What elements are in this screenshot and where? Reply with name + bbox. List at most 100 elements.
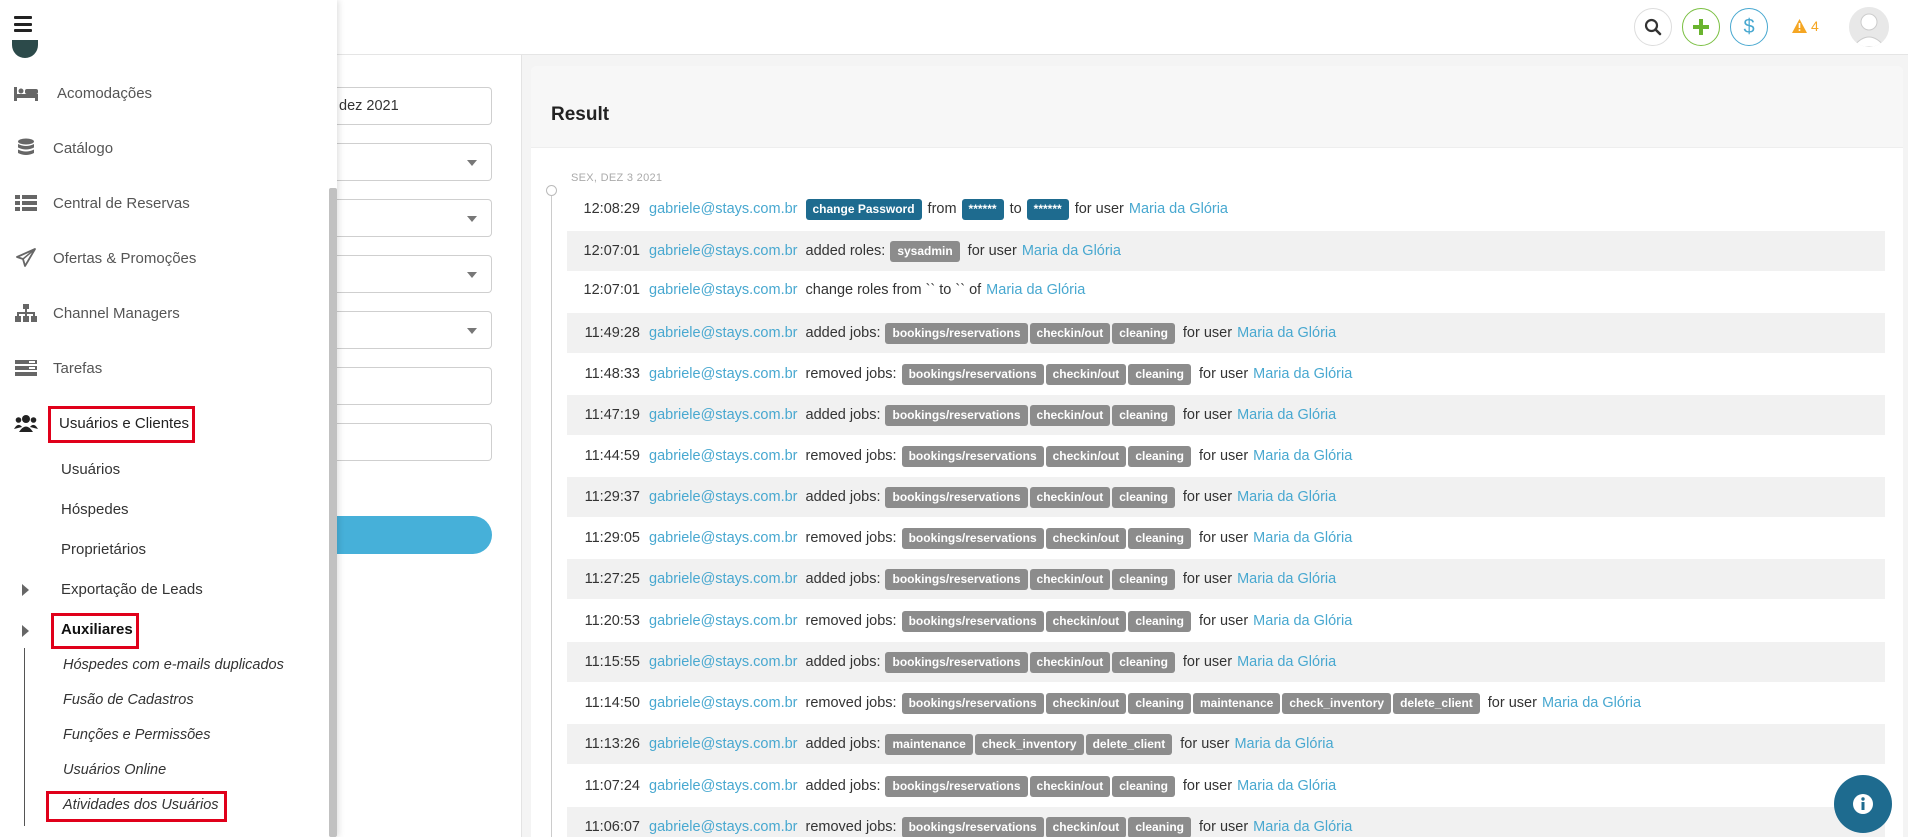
filter-select-1[interactable]: [337, 143, 492, 181]
activity-user-link[interactable]: Maria da Glória: [1253, 819, 1352, 835]
activity-user-link[interactable]: Maria da Glória: [1253, 366, 1352, 382]
activity-email-link[interactable]: gabriele@stays.com.br: [649, 778, 798, 794]
activity-email-link[interactable]: gabriele@stays.com.br: [649, 695, 798, 711]
subitem-exportacao-leads[interactable]: Exportação de Leads: [61, 581, 203, 598]
activity-row: 11:13:26 gabriele@stays.com.br added jobs:…: [567, 724, 1885, 764]
activity-user-link[interactable]: Maria da Glória: [1542, 695, 1641, 711]
job-tag: checkin/out: [1045, 445, 1127, 467]
activity-user-link[interactable]: Maria da Glória: [1253, 613, 1352, 629]
activity-user-link[interactable]: Maria da Glória: [1253, 530, 1352, 546]
activity-text: for user: [1182, 778, 1233, 794]
activity-user-link[interactable]: Maria da Glória: [1237, 778, 1336, 794]
info-button[interactable]: [1834, 775, 1892, 833]
activity-time: 12:07:01: [583, 282, 640, 298]
filter-input-1[interactable]: [337, 367, 492, 405]
tasks-icon: [13, 358, 39, 378]
filter-select-4[interactable]: [337, 311, 492, 349]
aux-hospedes-duplicados[interactable]: Hóspedes com e-mails duplicados: [63, 657, 284, 673]
sidebar-item-tarefas[interactable]: Tarefas: [0, 346, 320, 390]
activity-user-link[interactable]: Maria da Glória: [1237, 407, 1336, 423]
activity-email-link[interactable]: gabriele@stays.com.br: [649, 613, 798, 629]
sidebar-item-ofertas[interactable]: Ofertas & Promoções: [0, 236, 320, 280]
filter-input-2[interactable]: [337, 423, 492, 461]
sidebar-item-acomodacoes[interactable]: Acomodações: [0, 71, 320, 115]
activity-time: 11:15:55: [584, 654, 640, 670]
job-tag: cleaning: [1112, 322, 1175, 344]
activity-action: removed jobs:: [805, 530, 897, 546]
job-tag: cleaning: [1128, 363, 1191, 385]
search-icon: [1644, 18, 1662, 36]
activity-user-link[interactable]: Maria da Glória: [986, 282, 1085, 298]
subitem-usuarios[interactable]: Usuários: [61, 461, 120, 478]
job-tag: bookings/reservations: [885, 651, 1028, 673]
activity-email-link[interactable]: gabriele@stays.com.br: [649, 448, 798, 464]
activity-row: 11:49:28 gabriele@stays.com.br added jobs:…: [567, 313, 1885, 353]
activity-user-link[interactable]: Maria da Glória: [1237, 571, 1336, 587]
date-input[interactable]: dez 2021: [337, 87, 492, 125]
activity-email-link[interactable]: gabriele@stays.com.br: [649, 736, 798, 752]
subitem-proprietarios[interactable]: Proprietários: [61, 541, 146, 558]
search-button[interactable]: [1634, 8, 1672, 46]
activity-time: 12:07:01: [583, 243, 640, 259]
activity-user-link[interactable]: Maria da Glória: [1253, 448, 1352, 464]
sidebar-item-catalogo[interactable]: Catálogo: [0, 126, 320, 170]
activity-text: for user: [1199, 530, 1249, 546]
activity-email-link[interactable]: gabriele@stays.com.br: [649, 366, 798, 382]
activity-action: added jobs:: [805, 407, 881, 423]
chevron-down-icon: [467, 328, 477, 334]
activity-user-link[interactable]: Maria da Glória: [1237, 489, 1336, 505]
activity-text: for user: [1182, 571, 1233, 587]
job-tag: bookings/reservations: [885, 568, 1028, 590]
job-tag: bookings/reservations: [885, 404, 1028, 426]
activity-user-link[interactable]: Maria da Glória: [1129, 201, 1228, 217]
job-tag: checkin/out: [1029, 568, 1111, 590]
add-button[interactable]: [1682, 8, 1720, 46]
activity-time: 11:27:25: [584, 571, 640, 587]
activity-user-link[interactable]: Maria da Glória: [1022, 243, 1121, 259]
sidebar-scrollbar[interactable]: [329, 188, 337, 837]
user-avatar-icon: [1849, 7, 1889, 47]
activity-action: added jobs:: [805, 489, 881, 505]
sidebar-item-channel-managers[interactable]: Channel Managers: [0, 291, 320, 335]
caret-right-icon[interactable]: [22, 625, 29, 637]
chevron-down-icon: [467, 216, 477, 222]
sitemap-icon: [13, 303, 39, 323]
activity-email-link[interactable]: gabriele@stays.com.br: [649, 571, 798, 587]
activity-user-link[interactable]: Maria da Glória: [1237, 654, 1336, 670]
activity-row: 11:15:55 gabriele@stays.com.br added jobs:…: [567, 642, 1885, 682]
activity-email-link[interactable]: gabriele@stays.com.br: [649, 243, 798, 259]
activity-row: 12:08:29 gabriele@stays.com.br change Pass…: [567, 189, 1885, 229]
tag-group: bookings/reservations checkin/out cleaning: [885, 486, 1176, 508]
caret-right-icon[interactable]: [22, 584, 29, 596]
filter-select-3[interactable]: [337, 255, 492, 293]
activity-row: 11:29:05 gabriele@stays.com.br removed job…: [567, 518, 1885, 558]
aux-funcoes-permissoes[interactable]: Funções e Permissões: [63, 727, 210, 743]
filter-select-2[interactable]: [337, 199, 492, 237]
activity-email-link[interactable]: gabriele@stays.com.br: [649, 407, 798, 423]
activity-email-link[interactable]: gabriele@stays.com.br: [649, 530, 798, 546]
financial-button[interactable]: $: [1730, 8, 1768, 46]
activity-email-link[interactable]: gabriele@stays.com.br: [649, 654, 798, 670]
activity-email-link[interactable]: gabriele@stays.com.br: [649, 325, 798, 341]
activity-email-link[interactable]: gabriele@stays.com.br: [649, 201, 798, 217]
activity-email-link[interactable]: gabriele@stays.com.br: [649, 489, 798, 505]
activity-row: 11:47:19 gabriele@stays.com.br added jobs:…: [567, 395, 1885, 435]
activity-user-link[interactable]: Maria da Glória: [1237, 325, 1336, 341]
alerts-button[interactable]: 4: [1792, 18, 1819, 34]
search-submit-button[interactable]: [337, 516, 492, 554]
activity-text: for user: [1182, 654, 1233, 670]
avatar[interactable]: [1849, 7, 1889, 47]
activity-action: removed jobs:: [805, 448, 897, 464]
activity-action: added jobs:: [805, 736, 881, 752]
activity-user-link[interactable]: Maria da Glória: [1234, 736, 1333, 752]
menu-icon[interactable]: [14, 16, 32, 32]
aux-usuarios-online[interactable]: Usuários Online: [63, 762, 166, 778]
activity-email-link[interactable]: gabriele@stays.com.br: [649, 819, 798, 835]
activity-email-link[interactable]: gabriele@stays.com.br: [649, 282, 798, 298]
activity-row: 11:20:53 gabriele@stays.com.br removed job…: [567, 601, 1885, 641]
subitem-hospedes[interactable]: Hóspedes: [61, 501, 129, 518]
sidebar-item-central-reservas[interactable]: Central de Reservas: [0, 181, 320, 225]
aux-fusao-cadastros[interactable]: Fusão de Cadastros: [63, 692, 194, 708]
job-tag: delete_client: [1085, 733, 1173, 755]
activity-row: 11:06:07 gabriele@stays.com.br removed job…: [567, 807, 1885, 837]
